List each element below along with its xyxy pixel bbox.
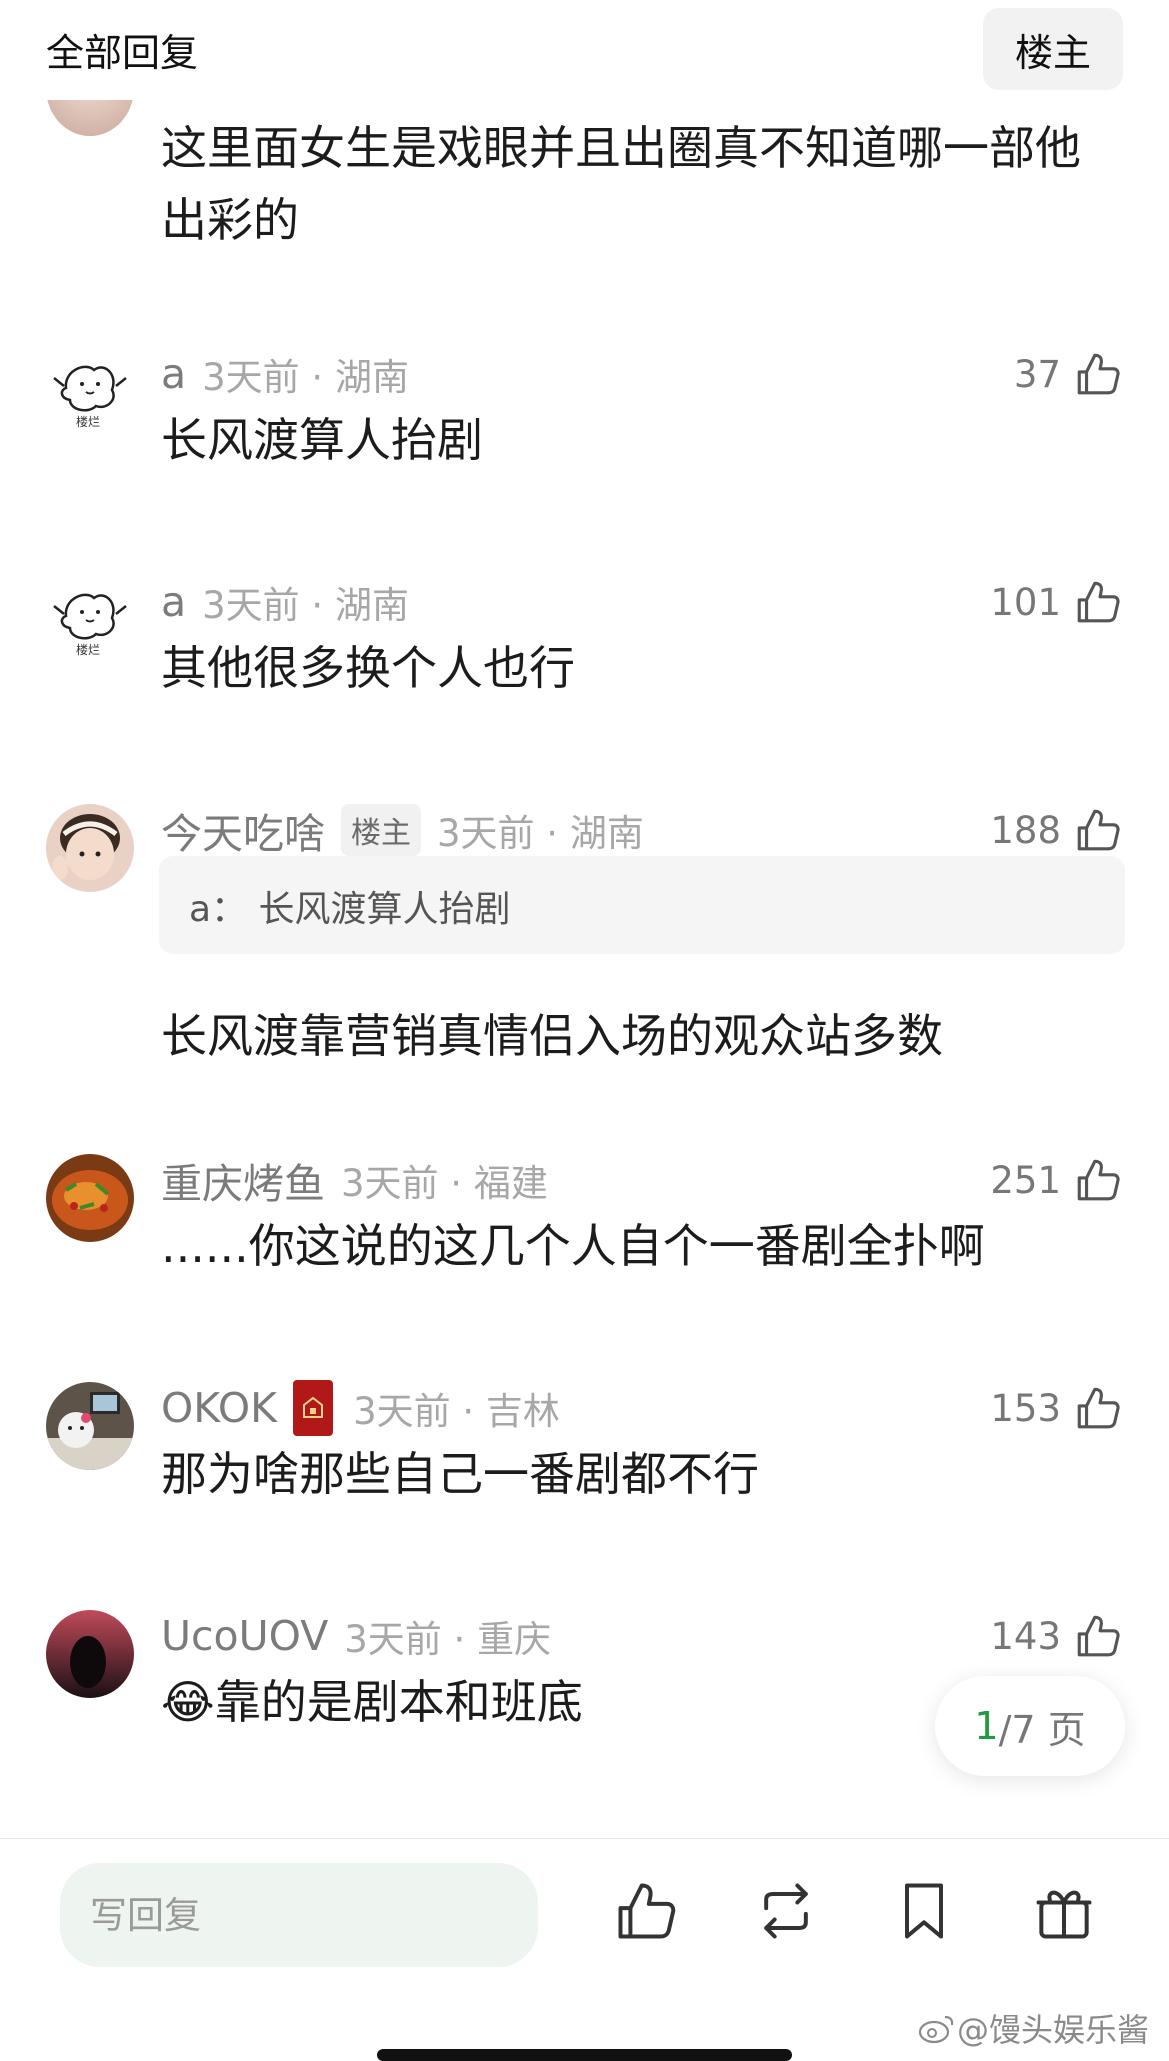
like-count: 251: [990, 1158, 1061, 1202]
timestamp: 3天前 · 湖南: [437, 812, 644, 855]
thumbs-up-icon: [1077, 1615, 1120, 1657]
laughing-emoji-icon: 😂: [161, 1675, 215, 1729]
like-button[interactable]: 188: [990, 800, 1123, 860]
like-icon[interactable]: [612, 1877, 680, 1945]
timestamp: 3天前 · 重庆: [344, 1618, 552, 1661]
watermark: @馒头娱乐酱: [917, 2005, 1149, 2051]
like-button[interactable]: 37: [1014, 344, 1123, 404]
comment-meta: 今天吃啥 楼主 3天前 · 湖南: [161, 802, 644, 858]
gift-icon[interactable]: [1030, 1877, 1098, 1945]
username[interactable]: a: [161, 350, 186, 398]
timestamp: 3天前 · 福建: [341, 1162, 548, 1205]
username[interactable]: 今天吃啥: [161, 800, 325, 860]
page-indicator[interactable]: 1/7 页: [935, 1676, 1125, 1776]
timestamp: 3天前 · 吉林: [353, 1390, 560, 1433]
page-title: 全部回复: [46, 31, 199, 75]
username[interactable]: 重庆烤鱼: [161, 1150, 325, 1210]
like-count: 153: [990, 1386, 1061, 1430]
op-only-button[interactable]: 楼主: [983, 8, 1123, 90]
weibo-logo-icon: [918, 2015, 954, 2044]
op-badge: 楼主: [341, 804, 421, 856]
bottom-action-bar: @馒头娱乐酱: [0, 1838, 1169, 2061]
comment-meta: UcoUOV 3天前 · 重庆: [161, 1608, 551, 1664]
like-count: 143: [990, 1614, 1061, 1658]
thumbs-up-icon: [1077, 809, 1120, 851]
comment-meta: a 3天前 · 湖南: [161, 574, 409, 630]
avatar[interactable]: 楼烂: [46, 576, 134, 664]
like-button[interactable]: 153: [990, 1378, 1123, 1438]
comment-text: 长风渡算人抬剧: [161, 413, 483, 467]
username[interactable]: OKOK: [161, 1384, 277, 1432]
username[interactable]: a: [161, 578, 186, 626]
svg-text:楼烂: 楼烂: [76, 414, 100, 429]
username[interactable]: UcoUOV: [161, 1612, 328, 1660]
like-count: 188: [990, 808, 1061, 852]
thumbs-up-icon: [1077, 581, 1120, 623]
timestamp: 3天前 · 湖南: [202, 356, 409, 399]
comment-text: 这里面女生是戏眼并且出圈真不知道哪一部他出彩的: [161, 121, 1081, 247]
medal-badge-icon: [293, 1380, 334, 1436]
timestamp: 3天前 · 湖南: [202, 584, 409, 627]
current-page: 1: [974, 1704, 999, 1748]
thumbs-up-icon: [1077, 1387, 1120, 1429]
comment-meta: a 3天前 · 湖南: [161, 346, 409, 402]
comment-text: 长风渡靠营销真情侣入场的观众站多数: [161, 1009, 943, 1063]
avatar[interactable]: [46, 1382, 134, 1470]
comment-text: ......你这说的这几个人自个一番剧全扑啊: [161, 1219, 985, 1273]
avatar[interactable]: 楼烂: [46, 348, 134, 436]
thumbs-up-icon: [1077, 353, 1120, 395]
repost-icon[interactable]: [752, 1877, 820, 1945]
comment-text: 其他很多换个人也行: [161, 641, 575, 695]
like-count: 101: [990, 580, 1061, 624]
comment-text: 那为啥那些自己一番剧都不行: [161, 1447, 759, 1501]
avatar[interactable]: [46, 1154, 134, 1242]
like-button[interactable]: 101: [990, 572, 1123, 632]
comment-meta: OKOK 3天前 · 吉林: [161, 1380, 560, 1436]
comment-text: 😂靠的是剧本和班底: [161, 1675, 583, 1729]
home-indicator: [377, 2049, 792, 2061]
like-count: 37: [1013, 352, 1061, 396]
like-button[interactable]: 251: [990, 1150, 1123, 1210]
avatar[interactable]: [46, 1610, 134, 1698]
total-pages: /7 页: [998, 1707, 1086, 1752]
thumbs-up-icon: [1077, 1159, 1120, 1201]
avatar[interactable]: [46, 804, 134, 892]
top-bar: 全部回复 楼主: [0, 0, 1169, 100]
bookmark-icon[interactable]: [890, 1877, 958, 1945]
reply-input[interactable]: [60, 1863, 538, 1967]
comment-meta: 重庆烤鱼 3天前 · 福建: [161, 1152, 548, 1208]
like-button[interactable]: 143: [990, 1606, 1123, 1666]
quoted-text: a： 长风渡算人抬剧: [189, 889, 511, 930]
quoted-reply[interactable]: a： 长风渡算人抬剧: [159, 856, 1125, 954]
svg-text:楼烂: 楼烂: [76, 642, 100, 657]
